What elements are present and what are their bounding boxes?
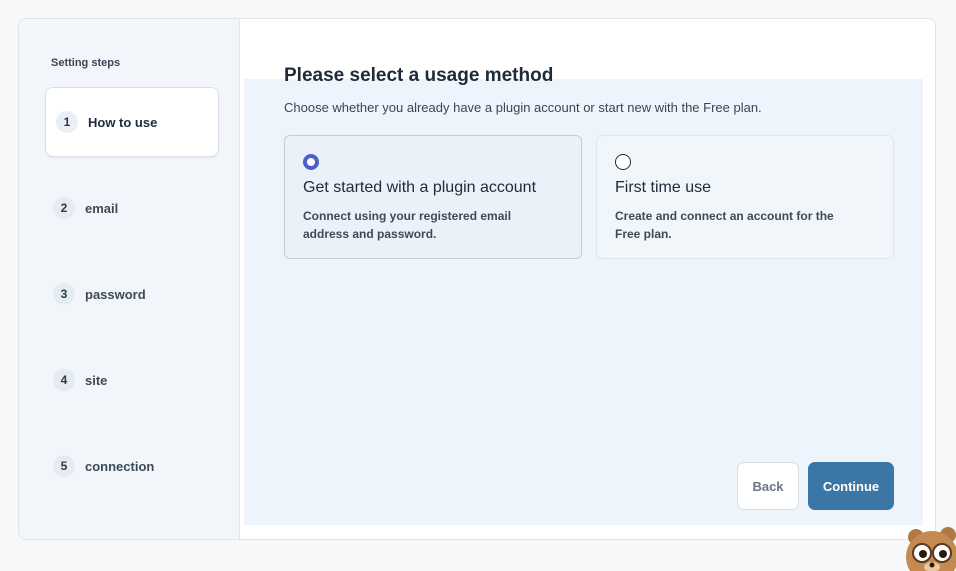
step-label: site <box>85 372 108 388</box>
page-subtitle: Choose whether you already have a plugin… <box>284 100 762 115</box>
page-title: Please select a usage method <box>284 65 554 86</box>
option-description: Connect using your registered email addr… <box>303 209 512 241</box>
sidebar-heading: Setting steps <box>51 57 121 69</box>
step-email[interactable]: 2 email <box>45 173 219 243</box>
step-label: password <box>85 286 146 302</box>
radio-unselected-icon[interactable] <box>615 154 631 170</box>
step-password[interactable]: 3 password <box>45 259 219 329</box>
steps-sidebar: Setting steps 1 How to use 2 email 3 pas… <box>19 19 240 539</box>
option-title: Get started with a plugin account <box>303 179 537 196</box>
step-number: 4 <box>53 369 75 391</box>
step-connection[interactable]: 5 connection <box>45 431 219 501</box>
step-site[interactable]: 4 site <box>45 345 219 415</box>
step-label: email <box>85 200 119 216</box>
step-number: 2 <box>53 197 75 219</box>
option-first-time-use[interactable]: First time use Create and connect an acc… <box>596 135 894 259</box>
step-number: 5 <box>53 455 75 477</box>
radio-selected-icon[interactable] <box>303 154 319 170</box>
option-description: Create and connect an account for the Fr… <box>615 209 834 241</box>
step-number: 3 <box>53 283 75 305</box>
continue-button[interactable]: Continue <box>808 462 894 510</box>
step-label: connection <box>85 458 155 474</box>
step-how-to-use[interactable]: 1 How to use <box>45 87 219 157</box>
back-button[interactable]: Back <box>737 462 799 510</box>
step-number: 1 <box>56 111 78 133</box>
bear-mascot-icon <box>906 527 956 571</box>
setup-wizard: Setting steps 1 How to use 2 email 3 pas… <box>18 18 936 540</box>
main-panel: Please select a usage method Choose whet… <box>240 19 935 539</box>
option-title: First time use <box>615 179 712 196</box>
step-label: How to use <box>88 114 158 130</box>
option-plugin-account[interactable]: Get started with a plugin account Connec… <box>284 135 582 259</box>
